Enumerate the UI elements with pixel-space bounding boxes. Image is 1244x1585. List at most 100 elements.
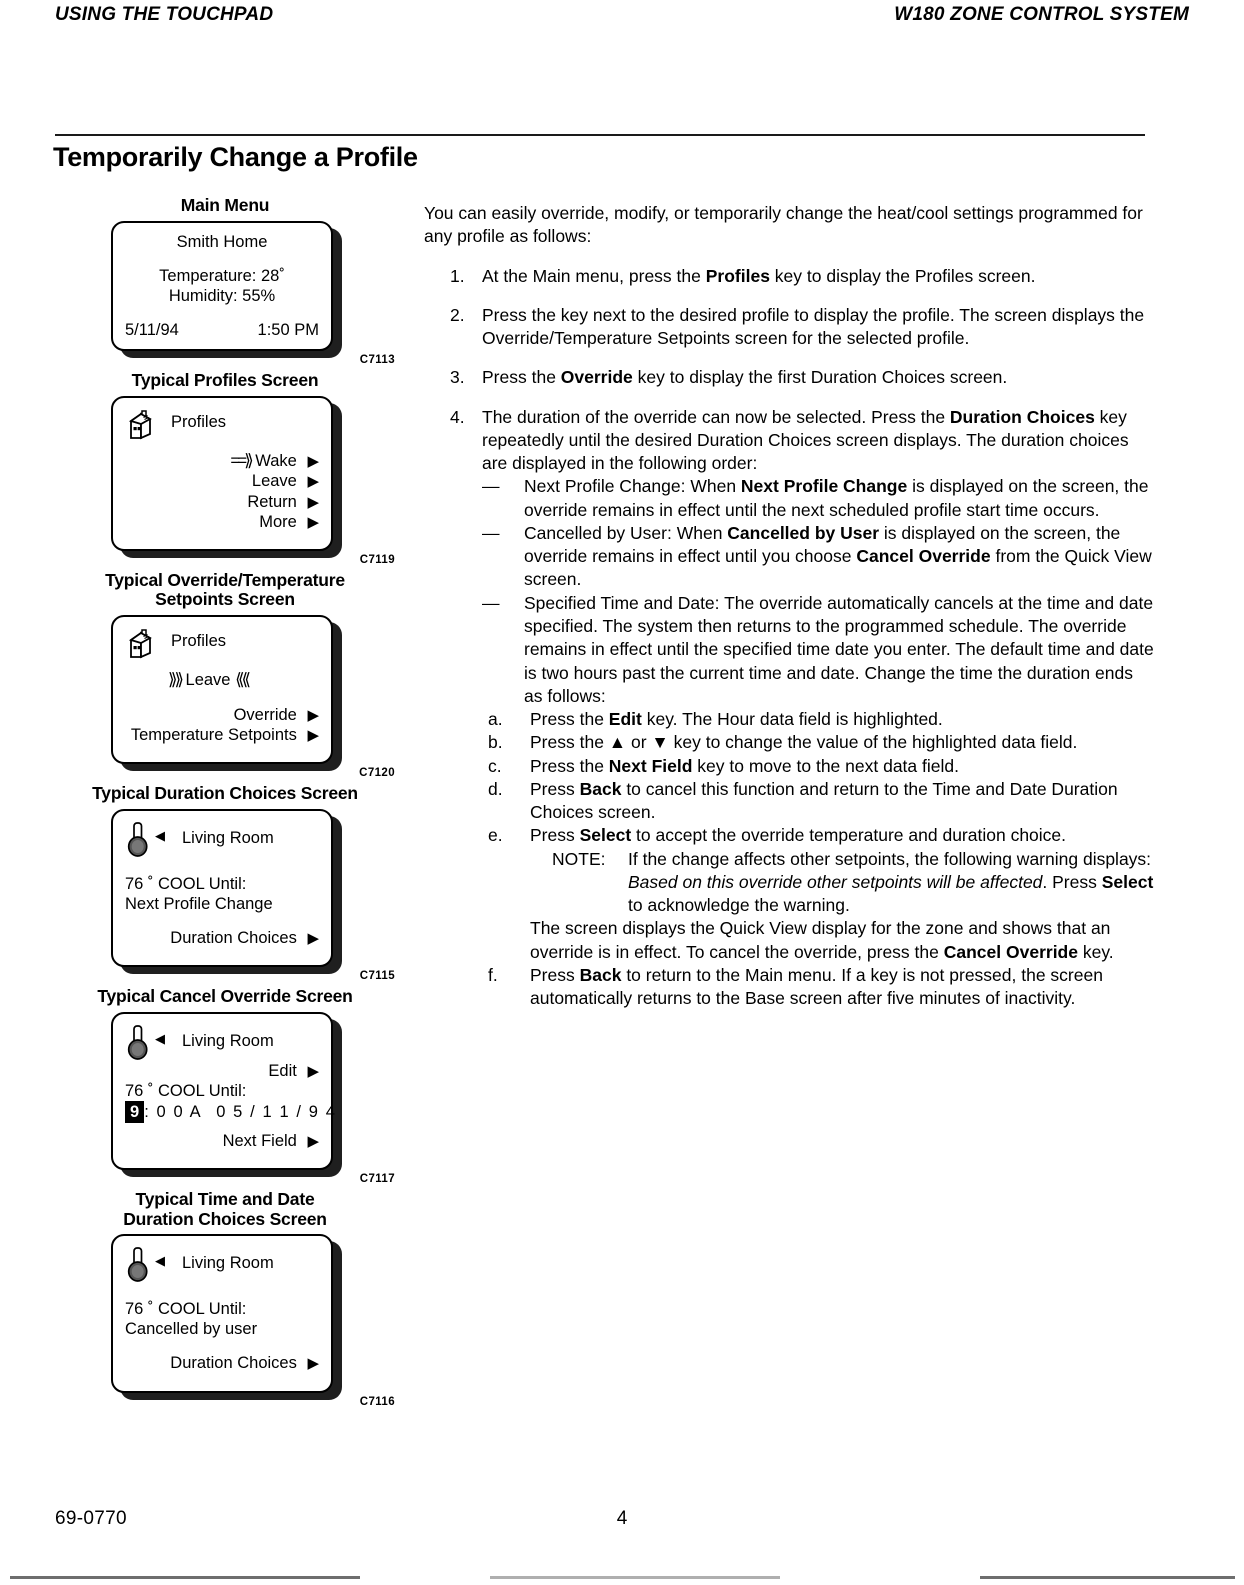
lcd-profile-row-leave[interactable]: Leave ▶ <box>125 471 319 491</box>
lcd-zone-label: Living Room <box>182 828 274 847</box>
substep-text-2: to accept the override temperature and d… <box>631 825 1067 846</box>
substep-text: Press Select to accept the override temp… <box>530 825 1066 845</box>
lcd-duration-line: Cancelled by user <box>125 1320 258 1339</box>
procedure-column: You can easily override, modify, or temp… <box>424 202 1154 1011</box>
substep-keyword: Edit <box>608 709 642 730</box>
figure-cancel-override-screen: Typical Cancel Override Screen ◀ Living … <box>55 986 395 1185</box>
figure-time-date-duration-screen: Typical Time and Date Duration Choices S… <box>55 1189 395 1408</box>
dash-text-1: Cancelled by User: When <box>524 522 728 543</box>
lcd-header-row: ◀ Living Room <box>125 1023 319 1063</box>
lcd-gap <box>125 1151 319 1159</box>
step-3: 3. Press the Override key to display the… <box>424 366 1154 389</box>
note-keyword: Select <box>1101 871 1154 892</box>
thermometer-icon-svg <box>127 1024 148 1060</box>
lcd-menu-row-override[interactable]: Override ▶ <box>125 705 319 725</box>
lcd-header-row: Profiles <box>125 626 319 662</box>
lcd-profile-row-more[interactable]: More ▶ <box>125 512 319 532</box>
lcd-menu-label: Temperature Setpoints <box>130 725 297 744</box>
running-head-left: USING THE TOUCHPAD <box>55 4 274 25</box>
dash-keyword: Next Profile Change <box>740 476 908 497</box>
lcd-screen-cancel-override: ◀ Living Room Edit ▶ 76 ˚ COOL Until: 9:… <box>111 1011 342 1177</box>
substep-text-2: key. The Hour data field is highlighted. <box>641 709 943 730</box>
dash-bullet: — <box>482 592 500 613</box>
substep-text: Press the ▲ or ▼ key to change the value… <box>530 732 1077 752</box>
chevron-right-icon: ▶ <box>307 929 319 947</box>
step-number: 2. <box>450 304 465 325</box>
figure-caption: Main Menu <box>180 195 270 215</box>
lcd-screen-duration-choices: ◀ Living Room 76 ˚ COOL Until: Next Prof… <box>111 808 342 975</box>
lcd-header-label: Profiles <box>171 631 227 650</box>
down-arrow-icon: ▼ <box>651 732 669 753</box>
lcd-body: ◀ Living Room 76 ˚ COOL Until: Cancelled… <box>111 1234 333 1393</box>
note-warning-message: Based on this override other setpoints w… <box>628 871 1043 892</box>
lcd-menu-label: Duration Choices <box>170 928 297 947</box>
lcd-body: ◀ Living Room 76 ˚ COOL Until: Next Prof… <box>111 808 333 967</box>
dash-bullet: — <box>482 522 500 543</box>
chevron-right-icon: ▶ <box>307 726 319 744</box>
chevrons-right-marker: ⟪⟪ <box>235 669 251 689</box>
section-divider-rule <box>55 134 1145 136</box>
house-icon <box>125 626 157 662</box>
lcd-profile-row-wake[interactable]: ==⟫ Wake ▶ <box>125 451 319 472</box>
figure-reference-code: C7113 <box>359 354 395 367</box>
dash-text: Cancelled by User: When Cancelled by Use… <box>524 523 1152 590</box>
substep-text-1: Press the <box>530 732 609 753</box>
substep-text-1: Press the <box>530 755 609 776</box>
scan-artifact <box>980 1576 1235 1579</box>
substep-text-2: key to move to the next data field. <box>692 755 959 776</box>
page-number: 4 <box>616 1508 628 1529</box>
step-text-a: The duration of the override can now be … <box>482 406 950 427</box>
substep-letter: c. <box>488 755 502 776</box>
dash-item-cancelled-by-user: — Cancelled by User: When Cancelled by U… <box>482 522 1154 592</box>
lcd-setpoint-line: 76 ˚ COOL Until: <box>125 874 247 893</box>
dash-keyword-2: Cancel Override <box>856 546 991 567</box>
lcd-menu-label: Edit <box>268 1061 297 1080</box>
substep-letter: f. <box>488 964 498 985</box>
lcd-profile-label: Leave <box>251 472 297 491</box>
substep-text-1: Press <box>530 778 580 799</box>
lcd-humidity: Humidity: 55% <box>168 286 276 305</box>
lcd-menu-row-temperature-setpoints[interactable]: Temperature Setpoints ▶ <box>125 725 319 745</box>
lcd-gap <box>125 1374 319 1382</box>
dash-keyword: Cancelled by User <box>727 522 880 543</box>
note-text-1: If the change affects other setpoints, t… <box>628 848 1152 869</box>
figure-column: Main Menu Smith Home Temperature: 28˚ Hu… <box>55 195 395 1413</box>
step-keyword: Duration Choices <box>949 406 1095 427</box>
substep-c: c. Press the Next Field key to move to t… <box>482 755 1154 778</box>
lcd-header-label: Profiles <box>171 412 227 431</box>
lcd-menu-row-duration-choices[interactable]: Duration Choices ▶ <box>125 1353 319 1373</box>
substep-text: Press the Edit key. The Hour data field … <box>530 709 943 729</box>
figure-reference-code: C7119 <box>359 553 395 566</box>
lcd-time-remainder: : 0 0 A <box>144 1102 203 1121</box>
figure-caption: Typical Time and Date Duration Choices S… <box>55 1189 395 1229</box>
lcd-header-row: Profiles <box>125 407 319 443</box>
thermometer-icon-svg <box>127 821 148 857</box>
lcd-screen-main-menu: Smith Home Temperature: 28˚ Humidity: 55… <box>111 220 342 358</box>
lcd-profile-row-return[interactable]: Return ▶ <box>125 492 319 512</box>
lcd-menu-row-duration-choices[interactable]: Duration Choices ▶ <box>125 928 319 948</box>
running-head: USING THE TOUCHPAD W180 ZONE CONTROL SYS… <box>0 4 1244 34</box>
continuation-text-2: key. <box>1077 941 1114 962</box>
lcd-gap <box>125 662 319 670</box>
hour-data-field-highlighted[interactable]: 9 <box>125 1100 145 1123</box>
lcd-menu-row-next-field[interactable]: Next Field ▶ <box>125 1131 319 1151</box>
lcd-selected-profile-row: ⟫⟫ Leave ⟪⟪ <box>125 670 319 691</box>
chevrons-left-marker: ⟫⟫ <box>168 669 184 689</box>
note-text: If the change affects other setpoints, t… <box>552 848 1154 918</box>
chevron-right-icon: ▶ <box>307 706 319 724</box>
lcd-menu-label: Next Field <box>222 1131 297 1150</box>
active-profile-marker: ==⟫ <box>230 450 253 470</box>
substep-text: Press the Next Field key to move to the … <box>530 756 959 776</box>
figure-reference-code: C7120 <box>359 766 395 779</box>
lcd-gap <box>125 306 319 320</box>
figure-caption-line1: Typical Time and Date <box>135 1189 315 1210</box>
lcd-header-row: ◀ Living Room <box>125 1245 319 1285</box>
lcd-gap <box>125 1339 319 1353</box>
page-title: Temporarily Change a Profile <box>53 142 418 172</box>
lcd-profile-label: Wake <box>255 451 297 470</box>
lcd-menu-row-edit[interactable]: Edit ▶ <box>125 1061 319 1081</box>
substep-keyword: Next Field <box>608 755 693 776</box>
dash-item-next-profile-change: — Next Profile Change: When Next Profile… <box>482 475 1154 522</box>
substep-text-3: key to change the value of the highlight… <box>668 732 1078 753</box>
substep-e: e. Press Select to accept the override t… <box>482 824 1154 964</box>
